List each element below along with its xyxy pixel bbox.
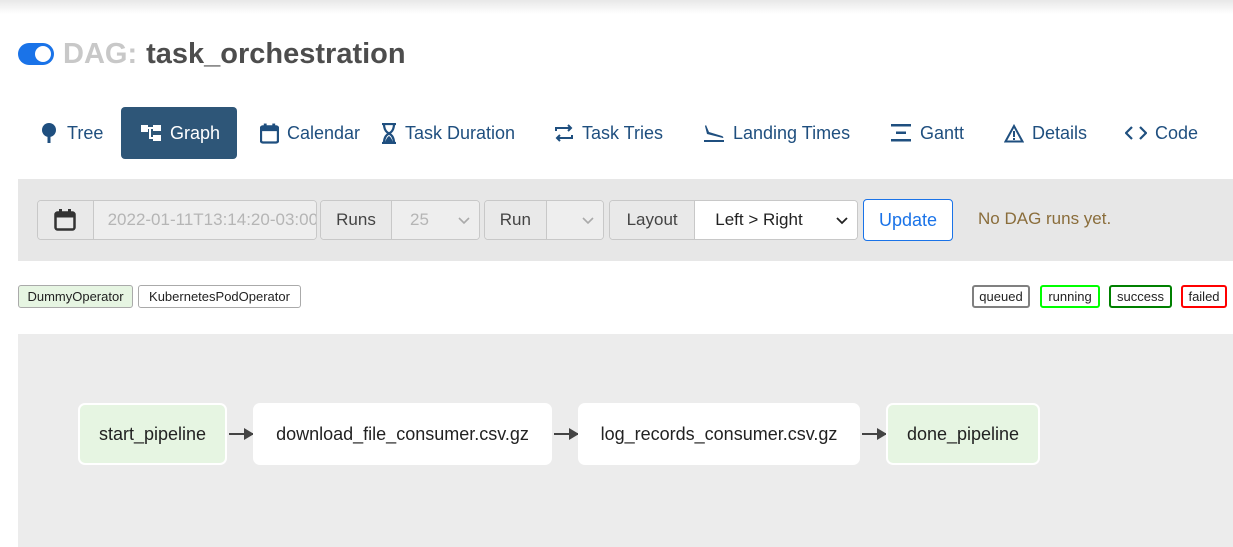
tab-gantt[interactable]: Gantt (869, 107, 983, 159)
calendar-icon (260, 123, 279, 144)
operator-legend-kubernetes: KubernetesPodOperator (138, 285, 301, 308)
layout-group: Layout Left > Right (609, 200, 858, 240)
state-legend-failed: failed (1181, 285, 1227, 308)
tab-details[interactable]: Details (983, 107, 1104, 159)
layout-select[interactable]: Left > Right (695, 201, 857, 239)
layout-label: Layout (610, 201, 696, 239)
update-button[interactable]: Update (863, 199, 953, 241)
runs-select-value: 25 (410, 210, 429, 229)
dag-title: task_orchestration (146, 37, 406, 70)
tab-label: Task Tries (582, 122, 664, 143)
page-header: DAG: task_orchestration (18, 36, 406, 72)
gantt-icon (891, 124, 911, 142)
tab-task-duration[interactable]: Task Duration (360, 107, 538, 159)
state-legend-running: running (1040, 285, 1100, 308)
tab-landing-times[interactable]: Landing Times (683, 107, 869, 159)
toggle-knob (35, 46, 51, 62)
execution-date-group: 2022-01-11T13:14:20-03:00 (37, 200, 317, 240)
tab-label: Task Duration (405, 122, 516, 143)
execution-date-input[interactable]: 2022-01-11T13:14:20-03:00 (93, 201, 316, 239)
tab-label: Tree (67, 122, 104, 143)
edge-arrow (554, 428, 579, 440)
dag-pause-toggle[interactable] (18, 43, 54, 65)
tab-label: Landing Times (733, 122, 851, 143)
tree-icon (42, 123, 56, 143)
calendar-picker-button[interactable] (38, 201, 94, 239)
state-legend-success: success (1109, 285, 1172, 308)
chevron-down-icon (582, 217, 594, 225)
edge-arrow (862, 428, 887, 440)
graph-icon (141, 125, 161, 141)
layout-select-value: Left > Right (715, 210, 803, 229)
tab-label: Graph (170, 122, 221, 143)
task-node-start-pipeline[interactable]: start_pipeline (78, 403, 227, 465)
graph-controls-bar: 2022-01-11T13:14:20-03:00 Runs 25 Run La… (18, 179, 1233, 261)
runs-group: Runs 25 (320, 200, 480, 240)
hourglass-icon (382, 122, 396, 144)
tab-label: Gantt (920, 122, 965, 143)
calendar-icon (54, 209, 77, 231)
task-node-download-file[interactable]: download_file_consumer.csv.gz (253, 403, 552, 465)
operator-legend-dummy: DummyOperator (18, 285, 133, 308)
retry-icon (555, 124, 573, 142)
code-icon (1125, 126, 1147, 140)
tab-calendar[interactable]: Calendar (237, 107, 360, 159)
chevron-down-icon (836, 217, 848, 225)
run-group: Run (484, 200, 604, 240)
no-runs-message: No DAG runs yet. (978, 209, 1112, 228)
dag-title-prefix: DAG: (63, 37, 138, 70)
top-shadow (0, 0, 1233, 14)
state-legend-queued: queued (972, 285, 1030, 308)
run-label: Run (485, 201, 547, 239)
view-tabs: Tree Graph Calendar Task Duration Task T… (22, 107, 1204, 159)
tab-tree[interactable]: Tree (22, 107, 121, 159)
chevron-down-icon (458, 217, 470, 225)
plane-landing-icon (704, 125, 724, 142)
task-node-done-pipeline[interactable]: done_pipeline (886, 403, 1040, 465)
tab-label: Details (1032, 122, 1088, 143)
task-node-log-records[interactable]: log_records_consumer.csv.gz (578, 403, 860, 465)
warning-triangle-icon (1004, 123, 1024, 142)
tab-label: Code (1155, 122, 1199, 143)
tab-task-tries[interactable]: Task Tries (538, 107, 683, 159)
tab-code[interactable]: Code (1104, 107, 1204, 159)
tab-label: Calendar (286, 122, 360, 143)
run-select[interactable] (546, 201, 603, 239)
runs-select[interactable]: 25 (392, 201, 479, 239)
runs-label: Runs (321, 201, 392, 239)
tab-graph[interactable]: Graph (121, 107, 237, 159)
edge-arrow (229, 428, 254, 440)
